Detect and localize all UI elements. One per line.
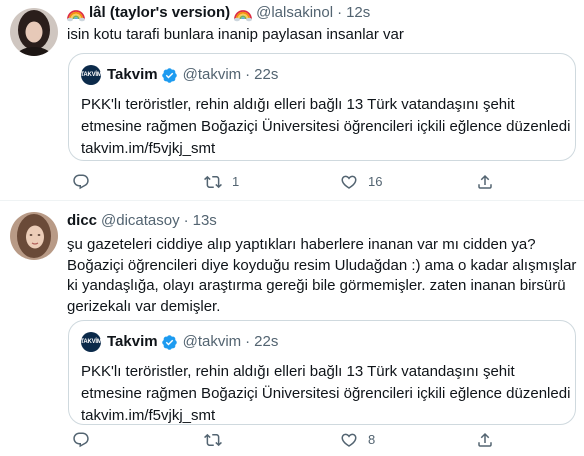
like-button[interactable]: 16 <box>340 170 382 194</box>
tweet[interactable]: lâl (taylor's version) @lalsakinol · 12s… <box>0 0 584 201</box>
share-icon <box>478 174 492 189</box>
avatar-photo <box>10 212 58 260</box>
tweet-actions: 1 16 <box>66 170 506 194</box>
tweet-text-line: Boğaziçi öğrencileri diye koyduğu resim … <box>67 256 577 274</box>
quote-header: TAKVİM Takvim @takvim · 22s <box>80 65 279 85</box>
quote-link[interactable]: takvim.im/f5vjkj_smt <box>81 405 571 427</box>
reply-icon <box>73 174 89 190</box>
tweet-header: lâl (taylor's version) @lalsakinol · 12s <box>67 3 370 23</box>
display-name[interactable]: dicc <box>67 211 97 231</box>
retweet-icon <box>204 175 222 189</box>
like-button[interactable]: 8 <box>340 428 375 452</box>
quote-display-name: Takvim <box>107 66 158 83</box>
quote-tweet[interactable]: TAKVİM Takvim @takvim · 22s PKK'lı terör… <box>68 320 576 425</box>
quote-text-line: etmesine rağmen Boğaziçi Üniversitesi öğ… <box>81 385 571 402</box>
tweet-header: dicc @dicatasoy · 13s <box>67 211 217 231</box>
heart-icon <box>341 433 357 447</box>
avatar[interactable] <box>10 8 58 56</box>
retweet-count: 1 <box>232 174 240 189</box>
rainbow-icon <box>67 10 85 22</box>
avatar-photo <box>10 8 58 56</box>
separator-dot: · <box>245 66 251 83</box>
separator-dot: · <box>245 333 251 350</box>
retweet-icon <box>204 433 222 447</box>
quote-text: PKK'lı teröristler, rehin aldığı elleri … <box>81 94 571 160</box>
share-button[interactable] <box>476 428 494 452</box>
tweet[interactable]: dicc @dicatasoy · 13s şu gazeteleri cidd… <box>0 202 584 456</box>
quote-handle: @takvim <box>182 333 242 350</box>
reply-button[interactable] <box>72 428 100 452</box>
quote-text-line: etmesine rağmen Boğaziçi Üniversitesi öğ… <box>81 118 571 135</box>
timestamp[interactable]: 12s <box>346 3 370 23</box>
tweet-text: şu gazeteleri ciddiye alıp yaptıkları ha… <box>67 235 577 317</box>
quote-avatar: TAKVİM <box>80 332 102 352</box>
rainbow-icon <box>234 10 253 22</box>
tweet-text-line: ki yandaşlığa, olayı araştırma gereği bi… <box>67 277 566 294</box>
like-count: 16 <box>368 174 383 189</box>
verified-badge-icon <box>161 67 177 83</box>
separator-dot: · <box>183 212 189 229</box>
timestamp[interactable]: 13s <box>193 211 217 231</box>
avatar[interactable] <box>10 212 58 260</box>
tweet-actions: 8 <box>66 428 506 452</box>
like-count: 8 <box>368 432 376 447</box>
verified-badge-icon <box>161 334 177 350</box>
reply-button[interactable] <box>72 170 100 194</box>
quote-link[interactable]: takvim.im/f5vjkj_smt <box>81 138 571 160</box>
tweet-text-line: şu gazeteleri ciddiye alıp yaptıkları ha… <box>67 236 536 253</box>
tweet-text: isin kotu tarafi bunlara inanip paylasan… <box>67 25 572 45</box>
reply-icon <box>73 432 89 448</box>
tweet-text-line: gerizekalı var demişler. <box>67 297 221 315</box>
handle[interactable]: @dicatasoy <box>101 211 180 231</box>
quote-text-line: PKK'lı teröristler, rehin aldığı elleri … <box>81 363 515 380</box>
quote-avatar: TAKVİM <box>80 65 102 85</box>
retweet-button[interactable] <box>204 428 232 452</box>
share-button[interactable] <box>476 170 494 194</box>
quote-text-line: PKK'lı teröristler, rehin aldığı elleri … <box>81 96 515 113</box>
quote-timestamp: 22s <box>254 66 279 83</box>
share-icon <box>478 432 492 447</box>
retweet-button[interactable]: 1 <box>204 170 239 194</box>
quote-handle: @takvim <box>182 66 242 83</box>
timeline-feed: lâl (taylor's version) @lalsakinol · 12s… <box>0 0 584 456</box>
quote-header: TAKVİM Takvim @takvim · 22s <box>80 332 279 352</box>
quote-timestamp: 22s <box>254 333 279 350</box>
handle[interactable]: @lalsakinol <box>256 3 333 23</box>
heart-icon <box>341 175 357 189</box>
tweet-text-line: isin kotu tarafi bunlara inanip paylasan… <box>67 26 404 43</box>
separator-dot: · <box>337 4 343 21</box>
quote-text: PKK'lı teröristler, rehin aldığı elleri … <box>81 361 571 427</box>
display-name[interactable]: lâl (taylor's version) <box>89 3 230 23</box>
quote-tweet[interactable]: TAKVİM Takvim @takvim · 22s PKK'lı terör… <box>68 53 576 161</box>
quote-display-name: Takvim <box>107 333 158 350</box>
